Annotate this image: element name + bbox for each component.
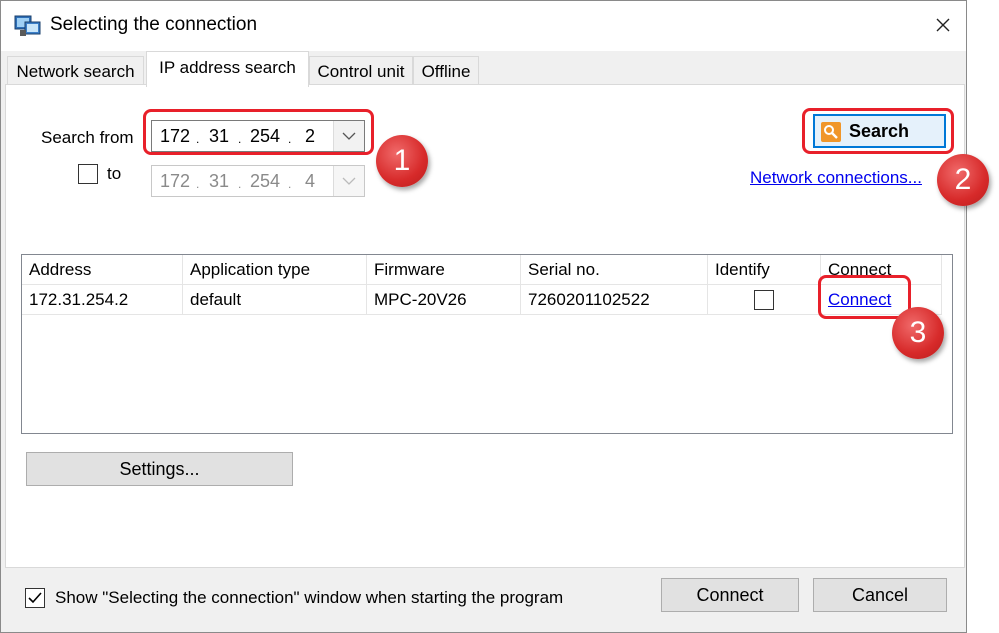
column-header-serial-no[interactable]: Serial no. [521,255,708,285]
search-results-table: Address Application type Firmware Serial… [21,254,953,434]
ip-octet: 31 [208,171,230,191]
app-icon [14,15,41,36]
search-from-label: Search from [41,128,134,147]
annotation-badge-2: 2 [937,154,989,206]
search-to-ip-input[interactable]: 172 . 31 . 254 . 4 [151,165,365,197]
annotation-badge-1: 1 [376,135,428,187]
ip-octet: 254 [249,171,281,191]
annotation-badge-3: 3 [892,307,944,359]
tab-network-search[interactable]: Network search [7,56,144,87]
close-icon [936,18,950,32]
chevron-down-icon [342,177,356,185]
window-title: Selecting the connection [50,14,258,35]
table-row[interactable]: 172.31.254.2 default MPC-20V26 726020110… [22,285,952,315]
checkmark-icon [28,592,42,604]
tab-control-unit[interactable]: Control unit [309,56,413,87]
column-header-firmware[interactable]: Firmware [367,255,521,285]
identify-checkbox[interactable] [754,290,774,310]
cell-identify [708,285,821,315]
show-window-label: Show "Selecting the connection" window w… [55,588,564,607]
annotation-highlight-search [802,108,954,154]
tab-offline[interactable]: Offline [413,56,479,87]
settings-button[interactable]: Settings... [26,452,293,486]
close-button[interactable] [921,7,965,45]
to-label: to [107,164,122,183]
column-header-identify[interactable]: Identify [708,255,821,285]
annotation-highlight-ip-range [143,109,374,155]
to-range-checkbox[interactable] [78,164,98,184]
cell-serial-no: 7260201102522 [521,285,708,315]
ip-octet: 4 [304,171,315,191]
show-window-checkbox[interactable] [25,588,45,608]
network-connections-link[interactable]: Network connections... [750,168,922,188]
ip-octet: 172 [159,171,191,191]
cell-firmware: MPC-20V26 [367,285,521,315]
cell-address: 172.31.254.2 [22,285,183,315]
cancel-button[interactable]: Cancel [813,578,947,612]
annotation-highlight-connect [818,275,911,319]
dropdown-button[interactable] [333,166,364,196]
title-bar: Selecting the connection [1,1,966,51]
tab-ip-address-search[interactable]: IP address search [146,51,309,87]
column-header-address[interactable]: Address [22,255,183,285]
cell-application-type: default [183,285,367,315]
connect-button[interactable]: Connect [661,578,799,612]
column-header-application-type[interactable]: Application type [183,255,367,285]
